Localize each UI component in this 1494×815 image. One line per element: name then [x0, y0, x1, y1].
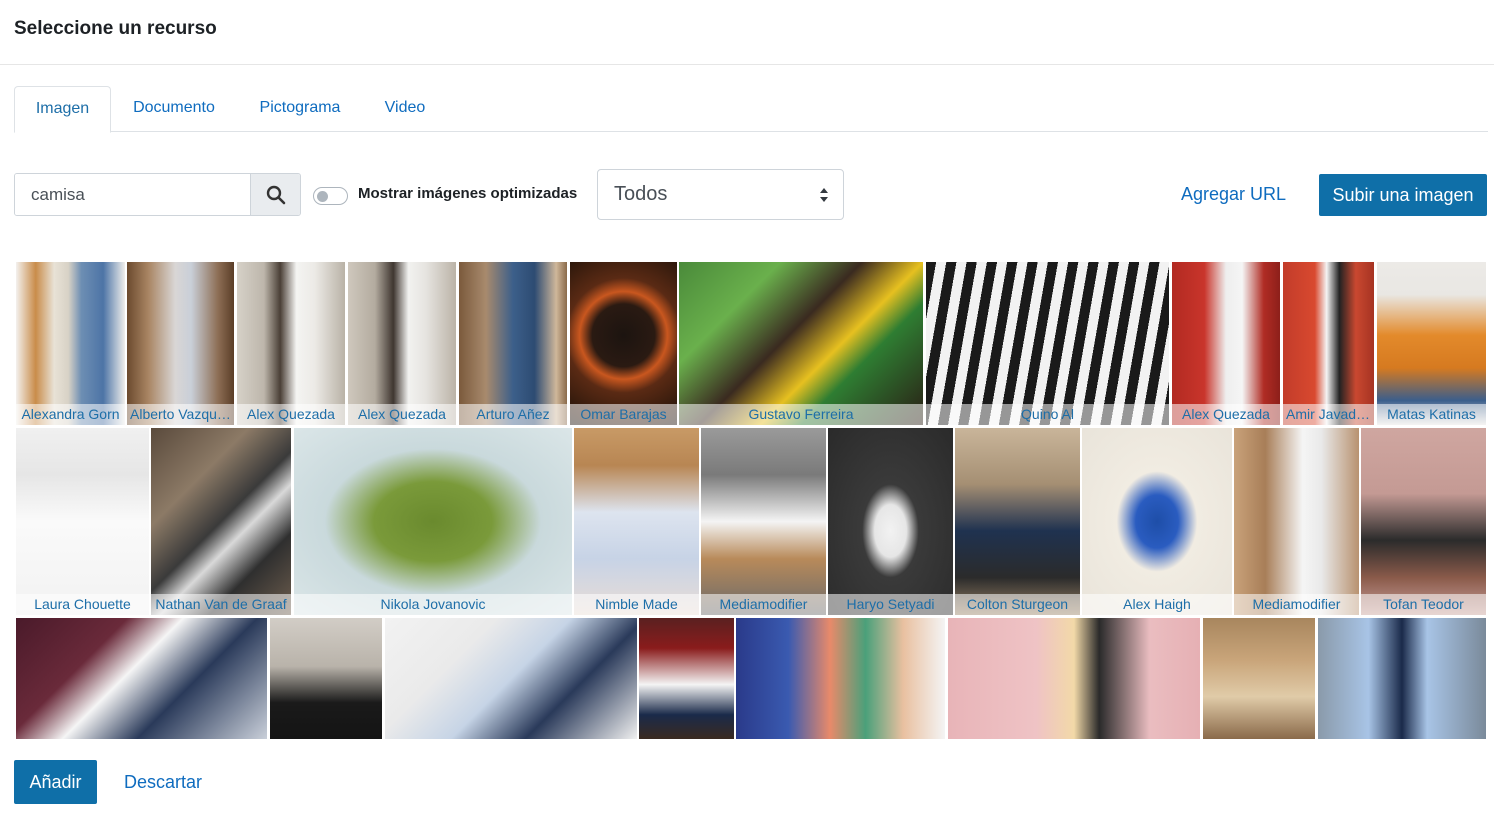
tab-documento[interactable]: Documento — [120, 86, 228, 132]
image-tile[interactable]: Nathan Van de Graaf — [151, 428, 291, 615]
search-icon — [266, 185, 285, 204]
image-tile[interactable] — [270, 618, 382, 739]
dialog-header: Seleccione un recurso — [0, 0, 1494, 65]
optimized-images-toggle[interactable] — [313, 187, 348, 205]
image-author: Amir Javadz... — [1283, 404, 1374, 425]
image-tile[interactable]: Alex Quezada — [348, 262, 456, 425]
image-author: Alberto Vazquez — [127, 404, 234, 425]
image-author: Alex Quezada — [1172, 404, 1280, 425]
image-author: Colton Sturgeon — [955, 594, 1080, 615]
image-tile[interactable] — [639, 618, 734, 739]
image-tile[interactable]: Alexandra Gorn — [16, 262, 125, 425]
image-tile[interactable]: Alberto Vazquez — [127, 262, 234, 425]
upload-image-button[interactable]: Subir una imagen — [1319, 174, 1487, 216]
select-arrows-icon — [820, 188, 828, 202]
image-author: Quino Al — [926, 404, 1169, 425]
filter-select[interactable]: Todos — [597, 169, 844, 220]
image-tile[interactable]: Alex Quezada — [237, 262, 345, 425]
image-author: Laura Chouette — [16, 594, 149, 615]
image-tile[interactable]: Omar Barajas — [570, 262, 677, 425]
image-author: Matas Katinas — [1377, 404, 1486, 425]
image-tile[interactable] — [1203, 618, 1315, 739]
image-author: Gustavo Ferreira — [679, 404, 923, 425]
add-button[interactable]: Añadir — [14, 760, 97, 804]
image-author: Arturo Añez — [459, 404, 567, 425]
image-author: Haryo Setyadi — [828, 594, 953, 615]
search-input[interactable] — [15, 174, 251, 215]
image-tile[interactable]: Quino Al — [926, 262, 1169, 425]
image-author: Alex Quezada — [348, 404, 456, 425]
search-group — [14, 173, 301, 216]
image-tile[interactable]: Matas Katinas — [1377, 262, 1486, 425]
tab-bar: Imagen Documento Pictograma Video — [14, 86, 1488, 133]
dialog-title: Seleccione un recurso — [14, 18, 217, 39]
image-author: Mediamodifier — [1234, 594, 1359, 615]
image-author: Nikola Jovanovic — [294, 594, 572, 615]
tab-video[interactable]: Video — [374, 86, 436, 132]
image-tile[interactable]: Mediamodifier — [701, 428, 826, 615]
image-author: Alexandra Gorn — [16, 404, 125, 425]
image-tile[interactable] — [736, 618, 945, 739]
image-tile[interactable] — [948, 618, 1200, 739]
image-tile[interactable]: Alex Haigh — [1082, 428, 1232, 615]
tab-pictograma[interactable]: Pictograma — [247, 86, 353, 132]
discard-button[interactable]: Descartar — [124, 772, 202, 793]
optimized-images-label: Mostrar imágenes optimizadas — [358, 185, 578, 202]
image-tile[interactable]: Colton Sturgeon — [955, 428, 1080, 615]
image-tile[interactable] — [1318, 618, 1486, 739]
search-button[interactable] — [250, 174, 300, 215]
image-tile[interactable]: Amir Javadz... — [1283, 262, 1374, 425]
image-tile[interactable]: Haryo Setyadi — [828, 428, 953, 615]
image-tile[interactable] — [385, 618, 637, 739]
image-author: Alex Quezada — [237, 404, 345, 425]
image-tile[interactable]: Nimble Made — [574, 428, 699, 615]
image-author: Tofan Teodor — [1361, 594, 1486, 615]
image-gallery: Alexandra Gorn Alberto Vazquez Alex Quez… — [16, 262, 1486, 739]
image-tile[interactable]: Arturo Añez — [459, 262, 567, 425]
image-tile[interactable]: Gustavo Ferreira — [679, 262, 923, 425]
image-author: Nimble Made — [574, 594, 699, 615]
dialog-footer — [0, 739, 1494, 815]
image-tile[interactable] — [16, 618, 267, 739]
tab-imagen[interactable]: Imagen — [14, 86, 111, 133]
image-tile[interactable]: Laura Chouette — [16, 428, 149, 615]
image-author: Mediamodifier — [701, 594, 826, 615]
image-tile[interactable]: Alex Quezada — [1172, 262, 1280, 425]
image-author: Nathan Van de Graaf — [151, 594, 291, 615]
image-tile[interactable]: Nikola Jovanovic — [294, 428, 572, 615]
filter-selected-value: Todos — [614, 183, 668, 205]
toggle-knob — [317, 191, 328, 202]
image-author: Omar Barajas — [570, 404, 677, 425]
image-tile[interactable]: Mediamodifier — [1234, 428, 1359, 615]
image-tile[interactable]: Tofan Teodor — [1361, 428, 1486, 615]
image-author: Alex Haigh — [1082, 594, 1232, 615]
add-url-link[interactable]: Agregar URL — [1181, 184, 1286, 205]
